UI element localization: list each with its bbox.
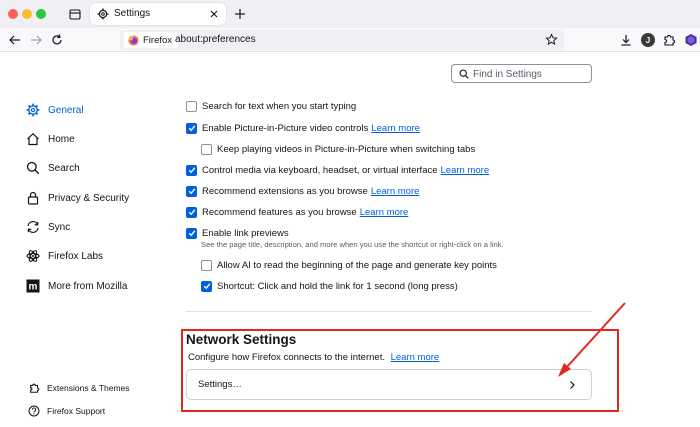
window-minimize-button[interactable] bbox=[22, 9, 32, 19]
url-text[interactable]: about:preferences bbox=[175, 34, 256, 45]
gear-icon bbox=[97, 8, 109, 20]
section-divider bbox=[186, 311, 592, 312]
chevron-right-icon bbox=[570, 381, 575, 389]
checkbox[interactable] bbox=[186, 164, 197, 176]
identity-box[interactable]: Firefox bbox=[124, 32, 179, 48]
learn-more-link[interactable]: Learn more bbox=[371, 186, 420, 197]
sidebar-item-firefox-labs[interactable]: Firefox Labs bbox=[26, 247, 103, 265]
checkbox[interactable] bbox=[201, 259, 212, 271]
option-media-control: Control media via keyboard, headset, or … bbox=[186, 163, 489, 177]
option-recommend-features: Recommend features as you browse Learn m… bbox=[186, 205, 408, 219]
option-recommend-extensions: Recommend extensions as you browse Learn… bbox=[186, 184, 419, 198]
option-pip-controls: Enable Picture-in-Picture video controls… bbox=[186, 121, 420, 135]
network-description-text: Configure how Firefox connects to the in… bbox=[188, 352, 385, 363]
sidebar-item-privacy[interactable]: Privacy & Security bbox=[26, 189, 129, 207]
sidebar-item-home[interactable]: Home bbox=[26, 130, 75, 148]
puzzle-icon bbox=[30, 383, 40, 393]
identity-label: Firefox bbox=[143, 34, 173, 46]
sidebar-item-extensions-themes[interactable]: Extensions & Themes bbox=[28, 381, 130, 395]
sidebar-item-firefox-support[interactable]: Firefox Support bbox=[28, 404, 105, 418]
find-in-settings-input[interactable] bbox=[473, 67, 588, 81]
network-settings-button[interactable]: Settings… bbox=[186, 369, 592, 400]
tab-strip: Settings bbox=[0, 0, 700, 28]
learn-more-link[interactable]: Learn more bbox=[441, 165, 490, 176]
link-previews-description: See the page title, description, and mor… bbox=[201, 240, 504, 249]
sidebar-footer-label: Firefox Support bbox=[47, 406, 106, 416]
sidebar-item-label: Sync bbox=[48, 221, 71, 233]
option-label: Keep playing videos in Picture-in-Pictur… bbox=[217, 143, 476, 155]
sidebar-item-more-from-mozilla[interactable]: m More from Mozilla bbox=[26, 277, 127, 295]
option-link-previews: Enable link previews bbox=[186, 226, 289, 240]
sidebar-item-label: Search bbox=[48, 162, 80, 174]
mozilla-icon: m bbox=[26, 279, 40, 293]
sidebar-item-label: Firefox Labs bbox=[48, 250, 104, 262]
url-bar[interactable]: Firefox about:preferences bbox=[120, 30, 564, 50]
option-label: Allow AI to read the beginning of the pa… bbox=[217, 259, 497, 271]
account-avatar[interactable]: J bbox=[641, 33, 655, 47]
tab-title: Settings bbox=[114, 8, 151, 19]
downloads-icon[interactable] bbox=[619, 33, 633, 47]
gear-icon bbox=[26, 103, 40, 117]
option-label: Shortcut: Click and hold the link for 1 … bbox=[217, 280, 458, 292]
new-tab-icon[interactable] bbox=[233, 7, 247, 21]
checkbox[interactable] bbox=[186, 227, 197, 239]
bookmark-star-icon[interactable] bbox=[545, 33, 558, 46]
lock-icon bbox=[26, 191, 40, 205]
home-icon bbox=[26, 132, 40, 146]
tab-overview-icon[interactable] bbox=[66, 6, 84, 22]
sidebar-item-label: Privacy & Security bbox=[48, 192, 130, 204]
option-ai-key-points: Allow AI to read the beginning of the pa… bbox=[201, 258, 497, 272]
option-label: Enable link previews bbox=[202, 227, 289, 239]
learn-more-link[interactable]: Learn more bbox=[391, 352, 440, 363]
close-icon[interactable] bbox=[208, 8, 220, 20]
checkbox[interactable] bbox=[186, 206, 197, 218]
reload-icon[interactable] bbox=[50, 33, 64, 47]
navigation-bar: Firefox about:preferences J bbox=[0, 28, 700, 52]
checkbox[interactable] bbox=[201, 143, 212, 155]
network-settings-button-label: Settings… bbox=[198, 379, 242, 390]
extensions-icon[interactable] bbox=[662, 33, 676, 47]
sidebar-item-label: Home bbox=[48, 133, 75, 145]
sidebar-item-label: General bbox=[48, 104, 84, 116]
option-label: Search for text when you start typing bbox=[202, 100, 357, 112]
back-icon[interactable] bbox=[8, 33, 22, 47]
network-settings-title: Network Settings bbox=[186, 332, 297, 347]
tab-settings[interactable]: Settings bbox=[90, 3, 226, 25]
addon-icon[interactable] bbox=[684, 33, 698, 47]
checkbox[interactable] bbox=[201, 280, 212, 292]
option-search-typing: Search for text when you start typing bbox=[186, 99, 356, 113]
option-label: Recommend extensions as you browse bbox=[202, 185, 368, 197]
checkbox[interactable] bbox=[186, 122, 197, 134]
find-in-settings[interactable] bbox=[451, 64, 592, 83]
option-pip-switch-tabs: Keep playing videos in Picture-in-Pictur… bbox=[201, 142, 475, 156]
labs-icon bbox=[26, 249, 40, 263]
checkbox[interactable] bbox=[186, 185, 197, 197]
sidebar-footer-label: Extensions & Themes bbox=[47, 383, 130, 393]
option-label: Enable Picture-in-Picture video controls bbox=[202, 122, 369, 134]
forward-icon[interactable] bbox=[29, 33, 43, 47]
learn-more-link[interactable]: Learn more bbox=[360, 207, 409, 218]
sidebar-item-sync[interactable]: Sync bbox=[26, 218, 70, 236]
option-label: Recommend features as you browse bbox=[202, 206, 357, 218]
sync-icon bbox=[26, 220, 40, 234]
sidebar-item-label: More from Mozilla bbox=[48, 280, 128, 292]
search-icon bbox=[26, 161, 40, 175]
checkbox[interactable] bbox=[186, 100, 197, 112]
window-close-button[interactable] bbox=[8, 9, 18, 19]
firefox-logo-icon bbox=[128, 34, 139, 46]
sidebar-item-search[interactable]: Search bbox=[26, 159, 80, 177]
svg-text:m: m bbox=[29, 282, 38, 293]
window-zoom-button[interactable] bbox=[36, 9, 46, 19]
option-label: Control media via keyboard, headset, or … bbox=[202, 164, 438, 176]
learn-more-link[interactable]: Learn more bbox=[371, 123, 420, 134]
option-long-press-shortcut: Shortcut: Click and hold the link for 1 … bbox=[201, 279, 458, 293]
search-icon bbox=[459, 69, 469, 79]
help-icon bbox=[28, 405, 40, 417]
network-settings-description: Configure how Firefox connects to the in… bbox=[188, 352, 439, 363]
sidebar-item-general[interactable]: General bbox=[26, 101, 84, 119]
